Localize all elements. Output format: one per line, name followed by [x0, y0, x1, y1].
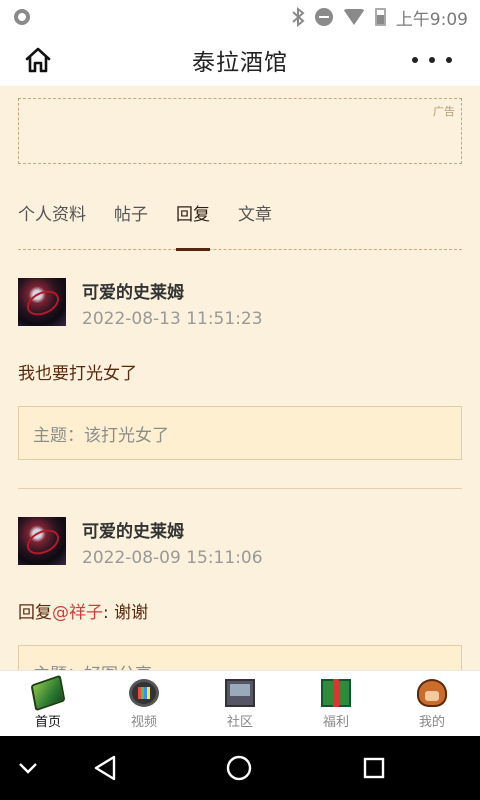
more-dot: [412, 57, 418, 63]
reply-body: 回复@祥子: 谢谢: [18, 598, 462, 623]
tabbar-item-home[interactable]: 首页: [0, 671, 96, 736]
chevron-down-icon[interactable]: [12, 752, 44, 784]
me-tab-icon: [417, 679, 447, 707]
recents-icon[interactable]: [358, 752, 390, 784]
reply-time: 2022-08-13 11:51:23: [82, 309, 263, 329]
more-icon[interactable]: [412, 48, 452, 72]
reply-author[interactable]: 可爱的史莱姆: [82, 517, 263, 542]
status-bar: 上午9:09: [0, 0, 480, 34]
app-header: 泰拉酒馆: [0, 34, 480, 86]
tabbar-label: 我的: [418, 715, 445, 730]
system-nav-bar: [0, 736, 480, 800]
back-icon[interactable]: [89, 752, 121, 784]
welfare-tab-icon: [321, 679, 351, 707]
ad-label: 广告: [433, 105, 455, 118]
tabbar-item-community[interactable]: 社区: [192, 671, 288, 736]
page-title: 泰拉酒馆: [192, 50, 288, 76]
avatar[interactable]: [18, 517, 66, 565]
tabbar-item-welfare[interactable]: 福利: [288, 671, 384, 736]
reply-topic-link[interactable]: 主题：该打光女了: [18, 406, 462, 460]
tabbar-label: 福利: [322, 715, 349, 730]
reply-topic-text: 主题：好图分享: [33, 660, 152, 671]
video-tab-icon: [129, 679, 159, 707]
tab-profile[interactable]: 个人资料: [18, 200, 86, 250]
reply-topic-link[interactable]: 主题：好图分享: [18, 645, 462, 670]
reply-item[interactable]: 可爱的史莱姆 2022-08-09 15:11:06 回复@祥子: 谢谢 主题：…: [18, 488, 462, 670]
wifi-icon: [342, 9, 365, 25]
tabbar-label: 社区: [226, 715, 253, 730]
mention-link[interactable]: @祥子: [52, 603, 103, 623]
bluetooth-icon: [292, 7, 305, 27]
home-circle-icon[interactable]: [223, 752, 255, 784]
reply-body: 我也要打光女了: [18, 364, 137, 384]
reply-author[interactable]: 可爱的史莱姆: [82, 278, 263, 303]
reply-text: : 谢谢: [103, 603, 149, 623]
reply-item[interactable]: 可爱的史莱姆 2022-08-13 11:51:23 我也要打光女了 主题：该打…: [18, 250, 462, 460]
status-time: 上午9:09: [395, 9, 468, 30]
more-dot: [429, 57, 435, 63]
home-icon[interactable]: [22, 44, 54, 76]
tabbar-label: 首页: [34, 715, 61, 730]
home-tab-icon: [30, 674, 66, 712]
reply-time: 2022-08-09 15:11:06: [82, 548, 263, 568]
tab-posts[interactable]: 帖子: [114, 200, 148, 250]
more-dot: [446, 57, 452, 63]
ad-banner[interactable]: 广告: [18, 98, 462, 164]
notification-icon: [14, 9, 30, 25]
avatar[interactable]: [18, 278, 66, 326]
community-tab-icon: [225, 679, 255, 707]
battery-icon: [374, 8, 386, 26]
bottom-tab-bar: 首页 视频 社区 福利 我的: [0, 670, 480, 736]
tabbar-item-me[interactable]: 我的: [384, 671, 480, 736]
main-content[interactable]: 广告 个人资料 帖子 回复 文章 可爱的史莱姆 2022-08-13 11:51…: [0, 86, 480, 670]
reply-topic-text: 主题：该打光女了: [33, 425, 169, 446]
tabbar-item-video[interactable]: 视频: [96, 671, 192, 736]
profile-tabs: 个人资料 帖子 回复 文章: [18, 200, 462, 251]
do-not-disturb-icon: [314, 8, 333, 26]
tabbar-label: 视频: [130, 715, 157, 730]
tab-articles[interactable]: 文章: [238, 200, 272, 250]
reply-prefix: 回复: [18, 603, 52, 623]
tab-replies[interactable]: 回复: [176, 200, 210, 251]
